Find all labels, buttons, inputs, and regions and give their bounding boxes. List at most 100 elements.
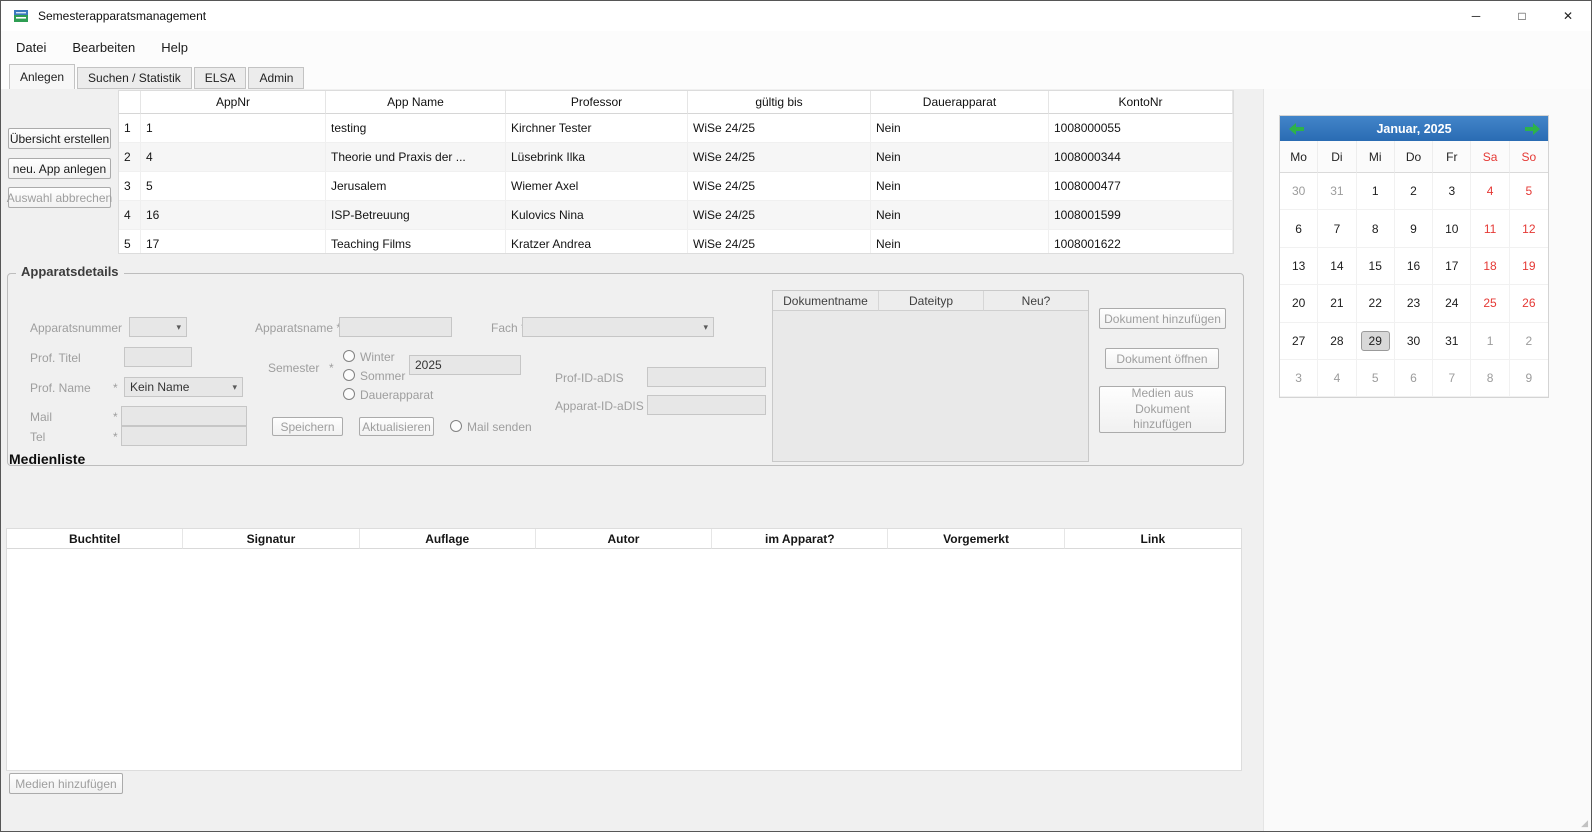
calendar-day[interactable]: 9 <box>1510 360 1548 397</box>
column-header-appnr[interactable]: AppNr <box>141 91 326 114</box>
dauerapparat-radio[interactable] <box>343 388 355 400</box>
close-button[interactable]: ✕ <box>1545 1 1591 31</box>
calendar-day[interactable]: 4 <box>1471 173 1509 210</box>
next-month-icon[interactable] <box>1521 120 1543 137</box>
calendar-day[interactable]: 31 <box>1433 323 1471 360</box>
medien-aus-dokument-button[interactable]: Medien aus Dokument hinzufügen <box>1099 386 1226 433</box>
calendar-day[interactable]: 11 <box>1471 210 1509 247</box>
calendar-day[interactable]: 23 <box>1395 285 1433 322</box>
calendar-day[interactable]: 28 <box>1318 323 1356 360</box>
media-column-header-vorgemerkt[interactable]: Vorgemerkt <box>888 529 1064 549</box>
resize-grip[interactable]: ◢ <box>1581 818 1588 829</box>
calendar-day[interactable]: 3 <box>1280 360 1318 397</box>
neu-app-anlegen-button[interactable]: neu. App anlegen <box>8 158 111 179</box>
media-column-header-im-apparat[interactable]: im Apparat? <box>712 529 888 549</box>
calendar-day[interactable]: 12 <box>1510 210 1548 247</box>
calendar-day[interactable]: 15 <box>1357 248 1395 285</box>
prof-titel-field[interactable] <box>124 347 192 367</box>
mail-field[interactable] <box>121 406 247 426</box>
aktualisieren-button[interactable]: Aktualisieren <box>359 417 434 436</box>
column-header-professor[interactable]: Professor <box>506 91 688 114</box>
calendar-day[interactable]: 14 <box>1318 248 1356 285</box>
apparat-id-adis-field[interactable] <box>647 395 766 415</box>
calendar-day[interactable]: 8 <box>1357 210 1395 247</box>
calendar-day[interactable]: 3 <box>1433 173 1471 210</box>
tel-field[interactable] <box>121 426 247 446</box>
calendar-day[interactable]: 31 <box>1318 173 1356 210</box>
calendar-day[interactable]: 13 <box>1280 248 1318 285</box>
sommer-radio[interactable] <box>343 369 355 381</box>
calendar-day[interactable]: 20 <box>1280 285 1318 322</box>
prev-month-icon[interactable] <box>1285 120 1307 137</box>
calendar-day[interactable]: 2 <box>1510 323 1548 360</box>
tab-elsa[interactable]: ELSA <box>194 67 247 89</box>
calendar-day[interactable]: 6 <box>1280 210 1318 247</box>
calendar-day[interactable]: 24 <box>1433 285 1471 322</box>
winter-radio[interactable] <box>343 350 355 362</box>
prof-id-adis-field[interactable] <box>647 367 766 387</box>
media-column-header-autor[interactable]: Autor <box>536 529 712 549</box>
calendar-day[interactable]: 29 <box>1357 323 1395 360</box>
media-column-header-buchtitel[interactable]: Buchtitel <box>7 529 183 549</box>
doc-column-header-neu[interactable]: Neu? <box>984 291 1088 311</box>
calendar-month-year[interactable]: Januar, 2025 <box>1376 122 1451 136</box>
column-header-dauerapparat[interactable]: Dauerapparat <box>871 91 1049 114</box>
calendar-day[interactable]: 4 <box>1318 360 1356 397</box>
calendar-day[interactable]: 19 <box>1510 248 1548 285</box>
calendar-day[interactable]: 22 <box>1357 285 1395 322</box>
auswahl-abbrechen-button[interactable]: Auswahl abbrechen <box>8 187 111 208</box>
minimize-button[interactable]: ─ <box>1453 1 1499 31</box>
column-header-kontonr[interactable]: KontoNr <box>1049 91 1233 114</box>
media-column-header-link[interactable]: Link <box>1065 529 1241 549</box>
calendar-day[interactable]: 5 <box>1510 173 1548 210</box>
media-column-header-auflage[interactable]: Auflage <box>360 529 536 549</box>
tab-suchen-statistik[interactable]: Suchen / Statistik <box>77 67 192 89</box>
menu-bearbeiten[interactable]: Bearbeiten <box>59 31 148 63</box>
table-row[interactable]: 11testingKirchner TesterWiSe 24/25Nein10… <box>119 114 1233 143</box>
calendar-day[interactable]: 5 <box>1357 360 1395 397</box>
calendar-day[interactable]: 7 <box>1433 360 1471 397</box>
speichern-button[interactable]: Speichern <box>272 417 343 436</box>
calendar-day[interactable]: 10 <box>1433 210 1471 247</box>
maximize-button[interactable]: □ <box>1499 1 1545 31</box>
calendar-day[interactable]: 1 <box>1357 173 1395 210</box>
media-column-header-signatur[interactable]: Signatur <box>183 529 359 549</box>
ubersicht-erstellen-button[interactable]: Übersicht erstellen <box>8 128 111 149</box>
apparatsnummer-select[interactable]: ▾ <box>129 317 187 337</box>
table-row[interactable]: 517Teaching FilmsKratzer AndreaWiSe 24/2… <box>119 230 1233 254</box>
column-header-app-name[interactable]: App Name <box>326 91 506 114</box>
calendar-day[interactable]: 6 <box>1395 360 1433 397</box>
column-header-gultig-bis[interactable]: gültig bis <box>688 91 871 114</box>
table-row[interactable]: 24Theorie und Praxis der ...Lüsebrink Il… <box>119 143 1233 172</box>
menu-help[interactable]: Help <box>148 31 201 63</box>
tab-anlegen[interactable]: Anlegen <box>9 64 75 89</box>
apparatsname-field[interactable] <box>339 317 452 337</box>
calendar-day[interactable]: 30 <box>1395 323 1433 360</box>
dokument-oeffnen-button[interactable]: Dokument öffnen <box>1105 348 1219 369</box>
table-row[interactable]: 416ISP-BetreuungKulovics NinaWiSe 24/25N… <box>119 201 1233 230</box>
dokument-hinzufuegen-button[interactable]: Dokument hinzufügen <box>1099 308 1226 329</box>
medien-hinzufuegen-button[interactable]: Medien hinzufügen <box>9 773 123 794</box>
calendar-day[interactable]: 2 <box>1395 173 1433 210</box>
semester-year-field[interactable]: 2025 <box>409 355 521 375</box>
calendar-day[interactable]: 8 <box>1471 360 1509 397</box>
calendar-day[interactable]: 1 <box>1471 323 1509 360</box>
calendar-day[interactable]: 26 <box>1510 285 1548 322</box>
mail-senden-radio[interactable] <box>450 420 462 432</box>
doc-column-header-dateityp[interactable]: Dateityp <box>879 291 984 311</box>
calendar-day[interactable]: 18 <box>1471 248 1509 285</box>
fach-select[interactable]: ▾ <box>522 317 714 337</box>
calendar-day[interactable]: 17 <box>1433 248 1471 285</box>
calendar-day[interactable]: 16 <box>1395 248 1433 285</box>
doc-column-header-dokumentname[interactable]: Dokumentname <box>773 291 879 311</box>
calendar-day[interactable]: 9 <box>1395 210 1433 247</box>
menu-datei[interactable]: Datei <box>3 31 59 63</box>
calendar-day[interactable]: 27 <box>1280 323 1318 360</box>
calendar-day[interactable]: 7 <box>1318 210 1356 247</box>
tab-admin[interactable]: Admin <box>248 67 304 89</box>
calendar-day[interactable]: 21 <box>1318 285 1356 322</box>
table-row[interactable]: 35JerusalemWiemer AxelWiSe 24/25Nein1008… <box>119 172 1233 201</box>
calendar-day[interactable]: 25 <box>1471 285 1509 322</box>
prof-name-select[interactable]: Kein Name ▾ <box>124 377 243 397</box>
calendar-day[interactable]: 30 <box>1280 173 1318 210</box>
